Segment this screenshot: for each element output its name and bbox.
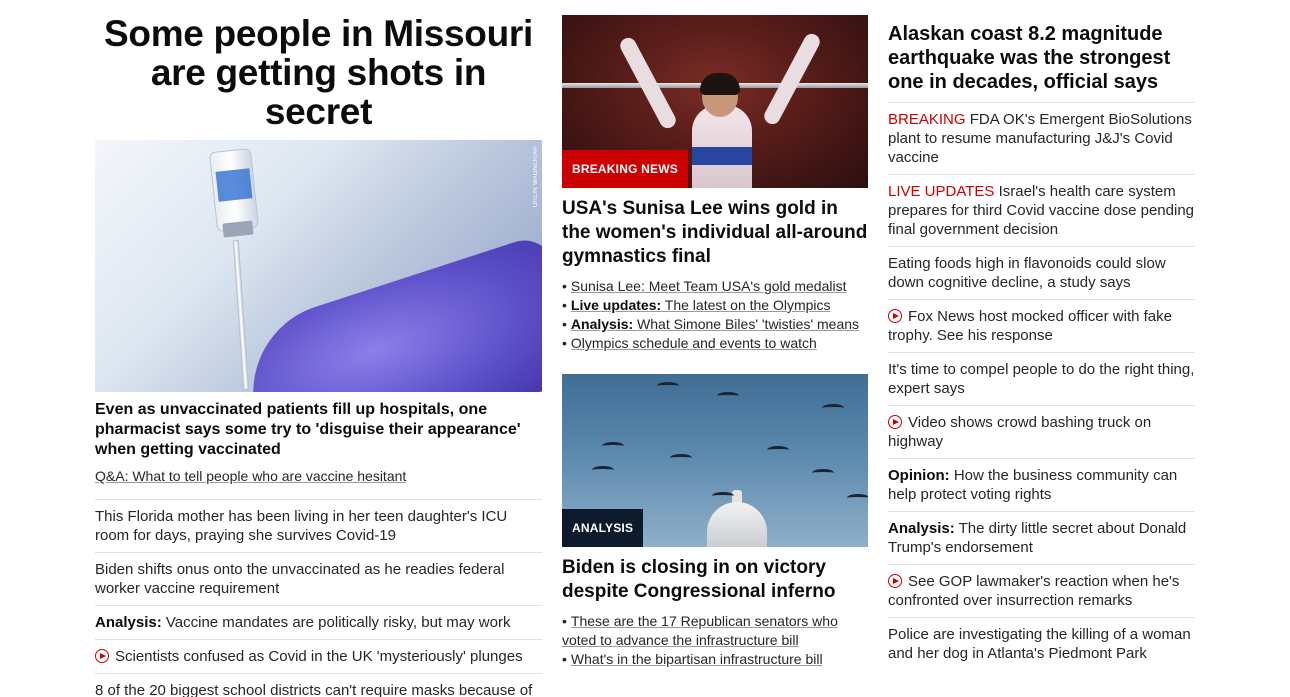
- vial-label-shape: [215, 168, 253, 202]
- bird-shape: [712, 492, 734, 500]
- bullet-link[interactable]: What's in the bipartisan infrastructure …: [571, 651, 823, 667]
- headlines-column: Alaskan coast 8.2 magnitude earthquake w…: [888, 0, 1195, 670]
- item-text: Vaccine mandates are politically risky, …: [165, 614, 511, 631]
- photo-credit: ORLIN WAGNER/AP: [533, 146, 539, 207]
- arm-shape: [761, 31, 823, 127]
- item-prefix: Analysis:: [95, 614, 162, 631]
- main-story-column: Some people in Missouri are getting shot…: [95, 0, 542, 697]
- play-icon: [888, 309, 902, 323]
- bullet-text: What's in the bipartisan infrastructure …: [570, 651, 823, 667]
- headline-item[interactable]: Fox News host mocked officer with fake t…: [888, 300, 1195, 353]
- item-text: Video shows crowd bashing truck on highw…: [888, 414, 1152, 450]
- gymnastics-bullets: • Sunisa Lee: Meet Team USA's gold medali…: [562, 277, 868, 353]
- headline-list: BREAKING FDA OK's Emergent BioSolutions …: [888, 103, 1195, 670]
- bullet-link[interactable]: Sunisa Lee: Meet Team USA's gold medalis…: [571, 278, 847, 294]
- breaking-news-badge: BREAKING NEWS: [562, 150, 688, 188]
- item-text: This Florida mother has been living in h…: [95, 508, 508, 544]
- bullet-dot: •: [562, 278, 567, 294]
- bullet-item[interactable]: • Olympics schedule and events to watch: [562, 334, 868, 353]
- bullet-item[interactable]: • Live updates: The latest on the Olympic…: [562, 296, 868, 315]
- item-tag: BREAKING: [888, 111, 966, 128]
- bird-shape: [767, 446, 789, 454]
- bullet-text: What Simone Biles' 'twisties' means: [637, 316, 860, 332]
- main-headline[interactable]: Some people in Missouri are getting shot…: [95, 14, 542, 131]
- item-tag: Analysis:: [888, 520, 955, 537]
- bullet-dot: •: [562, 335, 567, 351]
- item-text: Eating foods high in flavonoids could sl…: [888, 255, 1166, 291]
- bullet-text: Olympics schedule and events to watch: [570, 335, 817, 351]
- bird-shape: [847, 494, 868, 502]
- bird-shape: [592, 466, 614, 474]
- list-item[interactable]: Scientists confused as Covid in the UK '…: [95, 640, 542, 674]
- bullet-dot: •: [562, 316, 567, 332]
- headline-item[interactable]: It's time to compel people to do the rig…: [888, 353, 1195, 406]
- bullet-dot: •: [562, 297, 567, 313]
- bird-shape: [602, 442, 624, 450]
- infrastructure-headline[interactable]: Biden is closing in on victory despite C…: [562, 556, 868, 604]
- play-icon: [95, 649, 109, 663]
- item-tag: Opinion:: [888, 467, 950, 484]
- list-item[interactable]: Analysis: Vaccine mandates are political…: [95, 606, 542, 640]
- capitol-dome-shape: [707, 502, 767, 547]
- leotard-band-shape: [692, 147, 752, 165]
- item-text: Scientists confused as Covid in the UK '…: [115, 648, 523, 665]
- infrastructure-bullets: • These are the 17 Republican senators wh…: [562, 612, 868, 669]
- headline-item[interactable]: Eating foods high in flavonoids could sl…: [888, 247, 1195, 300]
- headline-item[interactable]: BREAKING FDA OK's Emergent BioSolutions …: [888, 103, 1195, 175]
- qa-link[interactable]: Q&A: What to tell people who are vaccine…: [95, 467, 542, 485]
- item-text: It's time to compel people to do the rig…: [888, 361, 1195, 397]
- list-item[interactable]: 8 of the 20 biggest school districts can…: [95, 674, 542, 697]
- vial-cap-shape: [222, 220, 254, 238]
- item-text: Biden shifts onus onto the unvaccinated …: [95, 561, 505, 597]
- bird-shape: [717, 392, 739, 400]
- headline-item[interactable]: Opinion: How the business community can …: [888, 459, 1195, 512]
- list-item[interactable]: This Florida mother has been living in h…: [95, 500, 542, 553]
- syringe-shape: [232, 239, 250, 391]
- bullet-lead: Analysis:: [570, 316, 634, 332]
- bullet-item[interactable]: • These are the 17 Republican senators wh…: [562, 612, 868, 650]
- item-text: Police are investigating the killing of …: [888, 626, 1191, 662]
- sub-headline[interactable]: Even as unvaccinated patients fill up ho…: [95, 400, 542, 460]
- headline-item[interactable]: Video shows crowd bashing truck on highw…: [888, 406, 1195, 459]
- related-list: This Florida mother has been living in h…: [95, 500, 542, 697]
- gymnastics-photo[interactable]: BREAKING NEWS: [562, 15, 868, 188]
- bullet-link[interactable]: Live updates: The latest on the Olympics: [571, 297, 831, 313]
- item-tag: LIVE UPDATES: [888, 183, 995, 200]
- bird-shape: [822, 404, 844, 412]
- bullet-lead: Live updates:: [570, 297, 662, 313]
- bird-shape: [812, 469, 834, 477]
- item-text: 8 of the 20 biggest school districts can…: [95, 682, 533, 697]
- bullet-link[interactable]: These are the 17 Republican senators who…: [562, 613, 838, 648]
- item-text: See GOP lawmaker's reaction when he's co…: [888, 573, 1180, 609]
- headline-item[interactable]: Analysis: The dirty little secret about …: [888, 512, 1195, 565]
- bullet-link[interactable]: Analysis: What Simone Biles' 'twisties' …: [571, 316, 859, 332]
- play-icon: [888, 415, 902, 429]
- secondary-column: BREAKING NEWS USA's Sunisa Lee wins gold…: [562, 0, 868, 669]
- list-item[interactable]: Biden shifts onus onto the unvaccinated …: [95, 553, 542, 606]
- headline-item[interactable]: See GOP lawmaker's reaction when he's co…: [888, 565, 1195, 618]
- item-text: Fox News host mocked officer with fake t…: [888, 308, 1172, 344]
- bird-shape: [670, 454, 692, 462]
- bullet-item[interactable]: • Sunisa Lee: Meet Team USA's gold medali…: [562, 277, 868, 296]
- bullet-text: Sunisa Lee: Meet Team USA's gold medalis…: [570, 278, 847, 294]
- bullet-item[interactable]: • Analysis: What Simone Biles' 'twisties'…: [562, 315, 868, 334]
- bullet-text: These are the 17 Republican senators who…: [562, 613, 838, 648]
- bullet-text: The latest on the Olympics: [664, 297, 831, 313]
- gymnastics-headline[interactable]: USA's Sunisa Lee wins gold in the women'…: [562, 197, 868, 269]
- glove-shape: [229, 232, 542, 392]
- bullet-dot: •: [562, 651, 567, 667]
- bullet-dot: •: [562, 613, 567, 629]
- vaccine-photo[interactable]: ORLIN WAGNER/AP: [95, 140, 542, 392]
- bullet-link[interactable]: Olympics schedule and events to watch: [571, 335, 817, 351]
- headline-item[interactable]: Police are investigating the killing of …: [888, 618, 1195, 670]
- headline-item[interactable]: LIVE UPDATES Israel's health care system…: [888, 175, 1195, 247]
- play-icon: [888, 574, 902, 588]
- gymnast-hair-shape: [700, 73, 740, 95]
- capitol-photo[interactable]: ANALYSIS: [562, 374, 868, 547]
- analysis-badge: ANALYSIS: [562, 509, 644, 547]
- earthquake-headline[interactable]: Alaskan coast 8.2 magnitude earthquake w…: [888, 22, 1195, 103]
- bullet-item[interactable]: • What's in the bipartisan infrastructure…: [562, 650, 868, 669]
- bird-shape: [657, 382, 679, 390]
